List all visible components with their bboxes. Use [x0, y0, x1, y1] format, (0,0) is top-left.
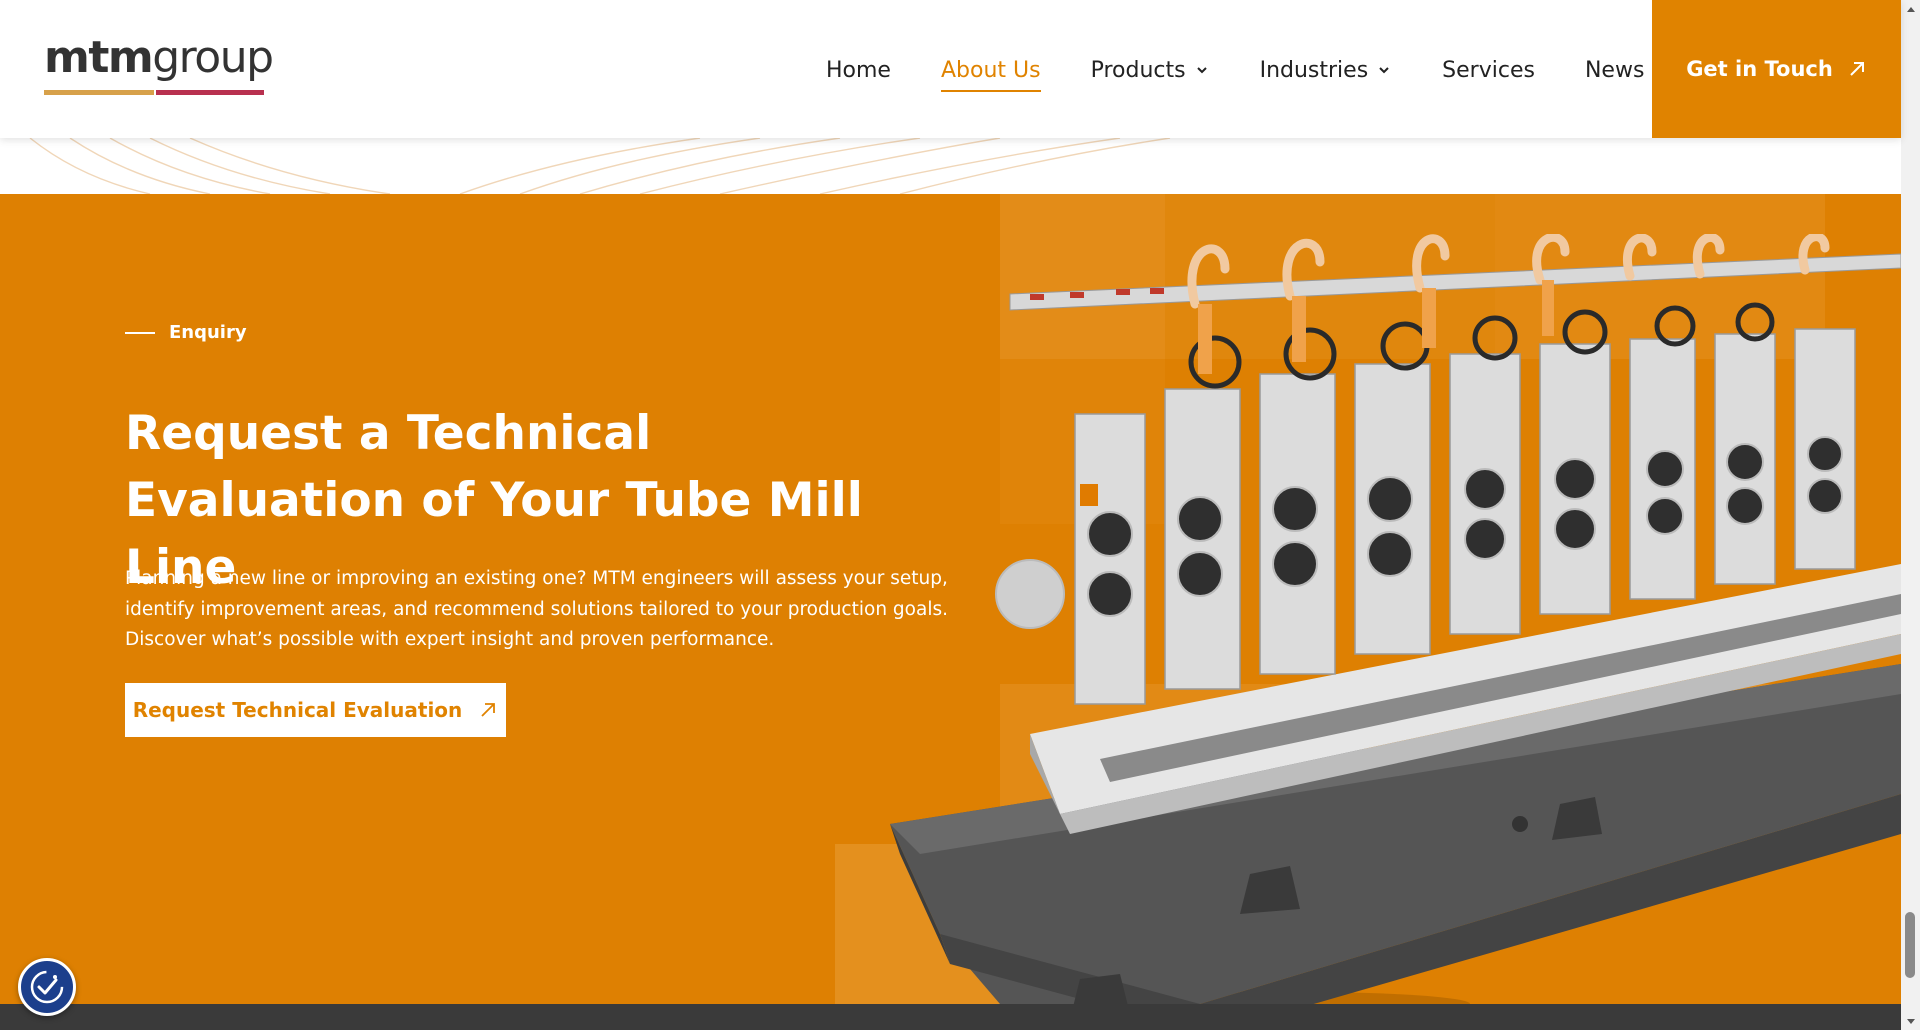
decorative-curves [0, 138, 1901, 194]
request-evaluation-label: Request Technical Evaluation [132, 698, 463, 722]
eyebrow-label: Enquiry [169, 322, 247, 343]
accessibility-button[interactable] [18, 958, 76, 1016]
tube-mill-machine-image [890, 234, 1901, 1004]
nav-item-about-us[interactable]: About Us [940, 52, 1041, 92]
scroll-down-arrow-icon[interactable] [1901, 1013, 1920, 1030]
nav-item-industries[interactable]: Industries [1260, 52, 1393, 88]
chevron-down-icon [1196, 67, 1207, 74]
section-description: Planning a new line or improving an exis… [125, 568, 948, 650]
section-eyebrow: Enquiry [125, 322, 247, 343]
nav-item-services[interactable]: Services [1442, 52, 1535, 88]
enquiry-section: Enquiry Request a Technical Evaluation o… [0, 194, 1901, 1004]
nav-item-products[interactable]: Products [1091, 52, 1210, 88]
page-scrollbar[interactable] [1901, 0, 1920, 1030]
logo-text-group: group [152, 32, 274, 83]
accessibility-icon [30, 970, 64, 1004]
site-header: mtmgroup Home About Us Products Industri… [0, 0, 1901, 138]
arrow-up-right-icon [1850, 62, 1864, 76]
logo-bar-gold [44, 90, 154, 95]
scrollbar-thumb[interactable] [1905, 912, 1915, 978]
get-in-touch-button[interactable]: Get in Touch [1652, 0, 1901, 138]
chevron-down-icon [1379, 67, 1389, 74]
footer-top-strip [0, 1004, 1901, 1030]
main-nav: Home About Us Products Industries Servic… [826, 52, 1694, 92]
nav-item-home[interactable]: Home [826, 52, 891, 88]
logo-underline [44, 90, 264, 96]
get-in-touch-label: Get in Touch [1686, 57, 1833, 81]
request-technical-evaluation-button[interactable]: Request Technical Evaluation [125, 683, 506, 737]
logo-bar-red [156, 90, 264, 95]
eyebrow-dash [125, 331, 155, 334]
logo-text-mtm: mtm [44, 32, 154, 83]
scroll-up-arrow-icon[interactable] [1901, 0, 1920, 17]
mtmgroup-logo[interactable]: mtmgroup [44, 36, 274, 102]
arrow-up-right-icon [481, 703, 496, 717]
nav-item-news[interactable]: News [1585, 52, 1644, 88]
